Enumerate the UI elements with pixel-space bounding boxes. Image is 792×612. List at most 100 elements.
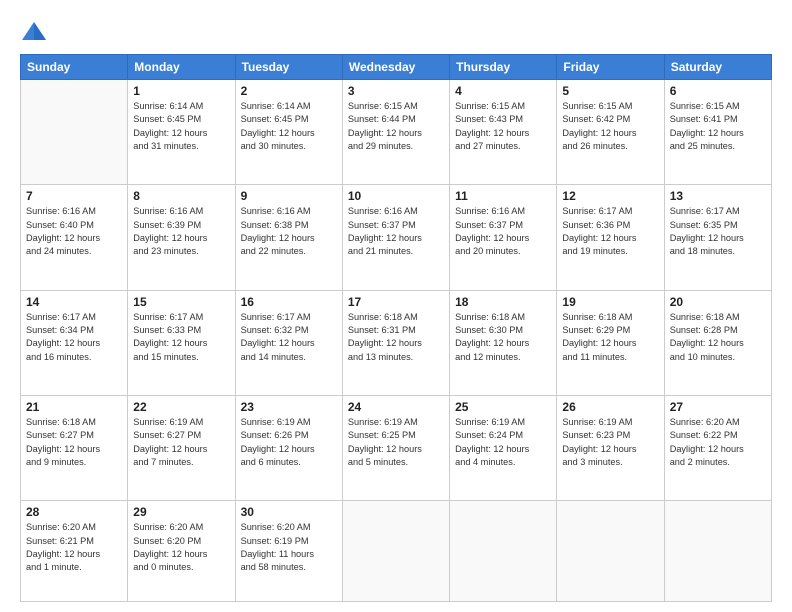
calendar-cell: 14 Sunrise: 6:17 AM Sunset: 6:34 PM Dayli…: [21, 290, 128, 395]
calendar-cell: 28 Sunrise: 6:20 AM Sunset: 6:21 PM Dayli…: [21, 501, 128, 602]
day-info: Sunrise: 6:16 AM Sunset: 6:38 PM Dayligh…: [241, 205, 337, 258]
calendar-week-4: 21 Sunrise: 6:18 AM Sunset: 6:27 PM Dayli…: [21, 395, 772, 500]
logo-icon: [20, 18, 48, 46]
day-info: Sunrise: 6:16 AM Sunset: 6:37 PM Dayligh…: [455, 205, 551, 258]
calendar-cell: 29Sunrise: 6:20 AM Sunset: 6:20 PM Dayli…: [128, 501, 235, 602]
col-header-friday: Friday: [557, 55, 664, 80]
day-info: Sunrise: 6:15 AM Sunset: 6:42 PM Dayligh…: [562, 100, 658, 153]
calendar-table: SundayMondayTuesdayWednesdayThursdayFrid…: [20, 54, 772, 602]
day-info: Sunrise: 6:19 AM Sunset: 6:27 PM Dayligh…: [133, 416, 229, 469]
day-info: Sunrise: 6:20 AM Sunset: 6:19 PM Dayligh…: [241, 521, 337, 574]
calendar-cell: 13 Sunrise: 6:17 AM Sunset: 6:35 PM Dayli…: [664, 185, 771, 290]
calendar-cell: 7 Sunrise: 6:16 AM Sunset: 6:40 PM Daylig…: [21, 185, 128, 290]
day-number: 10: [348, 189, 444, 203]
col-header-saturday: Saturday: [664, 55, 771, 80]
day-number: 18: [455, 295, 551, 309]
col-header-tuesday: Tuesday: [235, 55, 342, 80]
calendar-cell: 18 Sunrise: 6:18 AM Sunset: 6:30 PM Dayli…: [450, 290, 557, 395]
day-info: Sunrise: 6:16 AM Sunset: 6:37 PM Dayligh…: [348, 205, 444, 258]
day-number: 30: [241, 505, 337, 519]
day-info: Sunrise: 6:20 AM Sunset: 6:21 PM Dayligh…: [26, 521, 122, 574]
day-number: 14: [26, 295, 122, 309]
day-number: 7: [26, 189, 122, 203]
col-header-wednesday: Wednesday: [342, 55, 449, 80]
day-info: Sunrise: 6:18 AM Sunset: 6:30 PM Dayligh…: [455, 311, 551, 364]
calendar-week-5: 28 Sunrise: 6:20 AM Sunset: 6:21 PM Dayli…: [21, 501, 772, 602]
calendar-header-row: SundayMondayTuesdayWednesdayThursdayFrid…: [21, 55, 772, 80]
calendar-cell: 21 Sunrise: 6:18 AM Sunset: 6:27 PM Dayli…: [21, 395, 128, 500]
calendar-cell: 26 Sunrise: 6:19 AM Sunset: 6:23 PM Dayli…: [557, 395, 664, 500]
header: [20, 18, 772, 46]
calendar-cell: 3 Sunrise: 6:15 AM Sunset: 6:44 PM Daylig…: [342, 80, 449, 185]
day-info: Sunrise: 6:20 AM Sunset: 6:20 PM Dayligh…: [133, 521, 229, 574]
day-number: 20: [670, 295, 766, 309]
calendar-cell: 1Sunrise: 6:14 AM Sunset: 6:45 PM Daylig…: [128, 80, 235, 185]
day-info: Sunrise: 6:18 AM Sunset: 6:29 PM Dayligh…: [562, 311, 658, 364]
day-number: 16: [241, 295, 337, 309]
calendar-cell: 20 Sunrise: 6:18 AM Sunset: 6:28 PM Dayli…: [664, 290, 771, 395]
day-number: 17: [348, 295, 444, 309]
day-number: 9: [241, 189, 337, 203]
calendar-cell: 15Sunrise: 6:17 AM Sunset: 6:33 PM Dayli…: [128, 290, 235, 395]
day-info: Sunrise: 6:18 AM Sunset: 6:28 PM Dayligh…: [670, 311, 766, 364]
calendar-cell: 6Sunrise: 6:15 AM Sunset: 6:41 PM Daylig…: [664, 80, 771, 185]
day-number: 22: [133, 400, 229, 414]
day-number: 23: [241, 400, 337, 414]
day-info: Sunrise: 6:19 AM Sunset: 6:24 PM Dayligh…: [455, 416, 551, 469]
day-number: 27: [670, 400, 766, 414]
day-number: 13: [670, 189, 766, 203]
day-number: 21: [26, 400, 122, 414]
day-info: Sunrise: 6:19 AM Sunset: 6:23 PM Dayligh…: [562, 416, 658, 469]
day-info: Sunrise: 6:17 AM Sunset: 6:32 PM Dayligh…: [241, 311, 337, 364]
calendar-cell: 27 Sunrise: 6:20 AM Sunset: 6:22 PM Dayli…: [664, 395, 771, 500]
day-info: Sunrise: 6:17 AM Sunset: 6:35 PM Dayligh…: [670, 205, 766, 258]
day-number: 12: [562, 189, 658, 203]
day-info: Sunrise: 6:14 AM Sunset: 6:45 PM Dayligh…: [133, 100, 229, 153]
calendar-week-1: 1Sunrise: 6:14 AM Sunset: 6:45 PM Daylig…: [21, 80, 772, 185]
day-info: Sunrise: 6:14 AM Sunset: 6:45 PM Dayligh…: [241, 100, 337, 153]
logo: [20, 18, 52, 46]
calendar-week-3: 14 Sunrise: 6:17 AM Sunset: 6:34 PM Dayli…: [21, 290, 772, 395]
calendar-cell: 2 Sunrise: 6:14 AM Sunset: 6:45 PM Daylig…: [235, 80, 342, 185]
calendar-cell: 9 Sunrise: 6:16 AM Sunset: 6:38 PM Daylig…: [235, 185, 342, 290]
day-info: Sunrise: 6:15 AM Sunset: 6:43 PM Dayligh…: [455, 100, 551, 153]
day-info: Sunrise: 6:18 AM Sunset: 6:31 PM Dayligh…: [348, 311, 444, 364]
day-info: Sunrise: 6:15 AM Sunset: 6:44 PM Dayligh…: [348, 100, 444, 153]
col-header-sunday: Sunday: [21, 55, 128, 80]
day-number: 26: [562, 400, 658, 414]
day-info: Sunrise: 6:19 AM Sunset: 6:25 PM Dayligh…: [348, 416, 444, 469]
day-info: Sunrise: 6:16 AM Sunset: 6:40 PM Dayligh…: [26, 205, 122, 258]
calendar-cell: 24 Sunrise: 6:19 AM Sunset: 6:25 PM Dayli…: [342, 395, 449, 500]
calendar-cell: [21, 80, 128, 185]
day-number: 11: [455, 189, 551, 203]
calendar-cell: 25 Sunrise: 6:19 AM Sunset: 6:24 PM Dayli…: [450, 395, 557, 500]
day-number: 24: [348, 400, 444, 414]
calendar-cell: [450, 501, 557, 602]
calendar-cell: 16 Sunrise: 6:17 AM Sunset: 6:32 PM Dayli…: [235, 290, 342, 395]
day-number: 25: [455, 400, 551, 414]
calendar-cell: 11 Sunrise: 6:16 AM Sunset: 6:37 PM Dayli…: [450, 185, 557, 290]
calendar-cell: 30 Sunrise: 6:20 AM Sunset: 6:19 PM Dayli…: [235, 501, 342, 602]
day-number: 19: [562, 295, 658, 309]
calendar-cell: 22 Sunrise: 6:19 AM Sunset: 6:27 PM Dayli…: [128, 395, 235, 500]
day-info: Sunrise: 6:17 AM Sunset: 6:36 PM Dayligh…: [562, 205, 658, 258]
day-number: 3: [348, 84, 444, 98]
page: SundayMondayTuesdayWednesdayThursdayFrid…: [0, 0, 792, 612]
calendar-cell: 17 Sunrise: 6:18 AM Sunset: 6:31 PM Dayli…: [342, 290, 449, 395]
calendar-cell: 5 Sunrise: 6:15 AM Sunset: 6:42 PM Daylig…: [557, 80, 664, 185]
calendar-cell: 12 Sunrise: 6:17 AM Sunset: 6:36 PM Dayli…: [557, 185, 664, 290]
calendar-cell: [342, 501, 449, 602]
day-info: Sunrise: 6:20 AM Sunset: 6:22 PM Dayligh…: [670, 416, 766, 469]
calendar-cell: 23Sunrise: 6:19 AM Sunset: 6:26 PM Dayli…: [235, 395, 342, 500]
calendar-cell: 8Sunrise: 6:16 AM Sunset: 6:39 PM Daylig…: [128, 185, 235, 290]
calendar-cell: 4Sunrise: 6:15 AM Sunset: 6:43 PM Daylig…: [450, 80, 557, 185]
day-number: 28: [26, 505, 122, 519]
day-number: 5: [562, 84, 658, 98]
day-info: Sunrise: 6:17 AM Sunset: 6:34 PM Dayligh…: [26, 311, 122, 364]
day-number: 2: [241, 84, 337, 98]
calendar-cell: [557, 501, 664, 602]
day-info: Sunrise: 6:15 AM Sunset: 6:41 PM Dayligh…: [670, 100, 766, 153]
day-info: Sunrise: 6:18 AM Sunset: 6:27 PM Dayligh…: [26, 416, 122, 469]
calendar-week-2: 7 Sunrise: 6:16 AM Sunset: 6:40 PM Daylig…: [21, 185, 772, 290]
day-number: 8: [133, 189, 229, 203]
